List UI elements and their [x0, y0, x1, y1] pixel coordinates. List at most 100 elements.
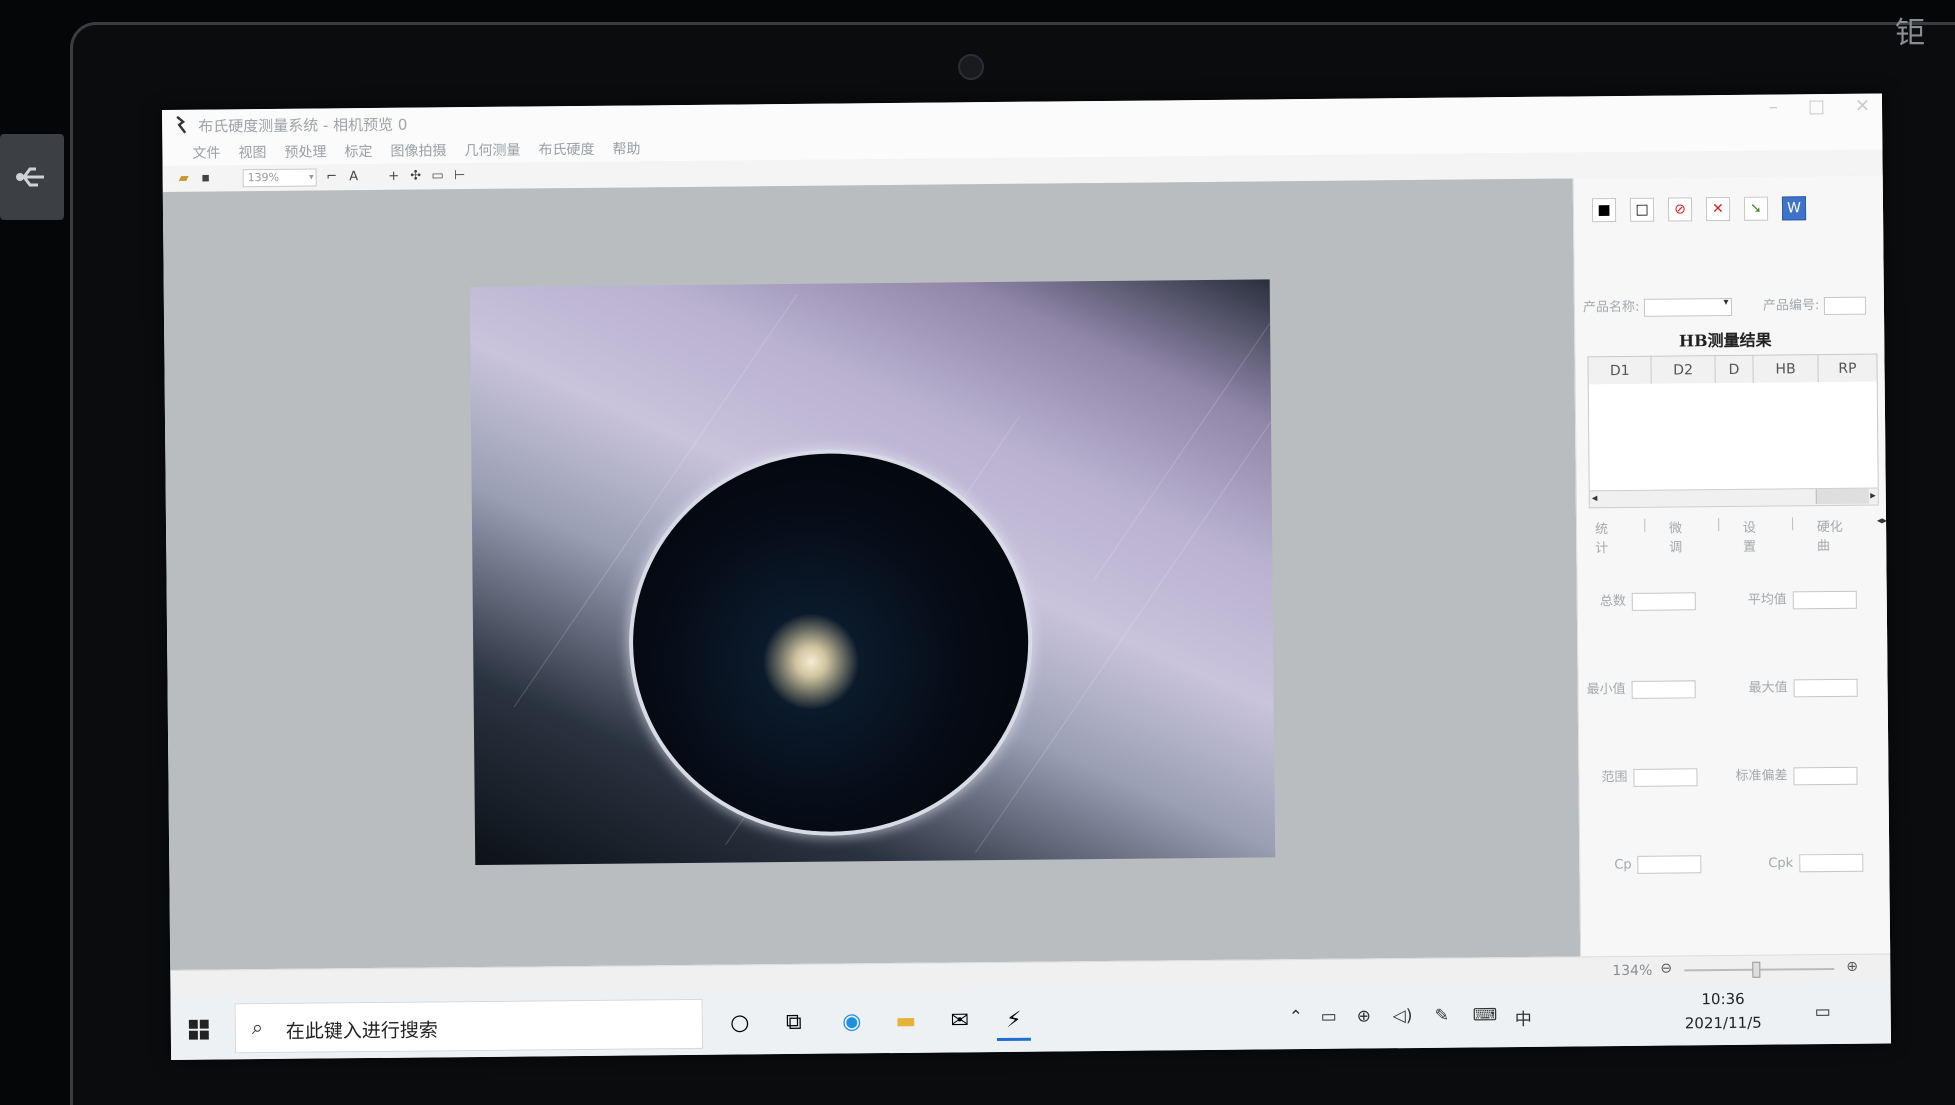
stat-total: 总数 — [1599, 589, 1696, 611]
scroll-right-icon[interactable]: ▸ — [1870, 489, 1876, 502]
camera-icon[interactable]: ■ — [1591, 198, 1617, 223]
stat-min: 最小值 — [1587, 677, 1696, 699]
tab-hardening-curve[interactable]: 硬化曲 — [1817, 516, 1856, 554]
clock-time: 10:36 — [1701, 989, 1745, 1009]
stat-field — [1637, 855, 1702, 874]
taskbar-search[interactable]: ⌕ 在此键入进行搜索 — [234, 998, 704, 1054]
product-no-row: 产品编号: — [1763, 294, 1866, 315]
minimize-icon[interactable]: – — [1769, 96, 1778, 117]
stat-label: 标准偏差 — [1735, 768, 1788, 784]
camera-lens — [958, 54, 984, 80]
screen: 布氏硬度测量系统 - 相机预览 0 – □ ✕ 文件 视图 预处理 标定 图像拍… — [162, 93, 1892, 1060]
tab-finetune[interactable]: 微调 — [1669, 517, 1695, 555]
window-title: 布氏硬度测量系统 - 相机预览 0 — [198, 115, 408, 136]
close-icon[interactable]: ✕ — [1855, 96, 1870, 117]
maximize-icon[interactable]: □ — [1808, 96, 1825, 117]
stat-field — [1631, 591, 1696, 611]
stat-label: 平均值 — [1747, 592, 1787, 608]
measurement-panel: ■ □ ⊘ ✕ ➘ W 产品名称: ▾ 产品编号: HB测量结果 D1 D2 D… — [1572, 175, 1892, 957]
zoom-slider-thumb[interactable] — [1752, 961, 1761, 978]
zoom-combo-value: 139% — [247, 170, 280, 185]
network-icon[interactable]: ⊕ — [1357, 1006, 1371, 1026]
menu-file[interactable]: 文件 — [192, 142, 220, 162]
stat-label: 最小值 — [1586, 681, 1626, 698]
fit-icon[interactable]: ▭ — [431, 168, 445, 183]
clock-date: 2021/11/5 — [1684, 1013, 1762, 1033]
circle-measure-icon[interactable]: ⊘ — [1667, 197, 1693, 222]
chevron-up-icon[interactable]: ⌃ — [1289, 1007, 1303, 1027]
product-no-field[interactable] — [1823, 296, 1866, 315]
mail-icon[interactable]: ✉ — [943, 1004, 977, 1038]
stat-label: 总数 — [1599, 593, 1626, 610]
tab-scroll-arrows[interactable]: ◂▸ — [1877, 515, 1887, 553]
indentation-pit — [631, 451, 1030, 834]
chevron-down-icon: ▾ — [309, 172, 314, 183]
stat-field — [1792, 590, 1857, 609]
stat-average: 平均值 — [1748, 588, 1857, 610]
image-workarea[interactable] — [162, 178, 1581, 970]
tab-settings[interactable]: 设置 — [1743, 517, 1769, 555]
zoom-percent: 134% — [1612, 962, 1653, 980]
rectangle-icon[interactable]: □ — [1629, 197, 1655, 222]
column-header[interactable]: D — [1714, 355, 1754, 385]
delete-icon[interactable]: ✕ — [1705, 196, 1731, 222]
watermark: 钜 — [1895, 16, 1943, 51]
scroll-left-icon[interactable]: ◂ — [1592, 491, 1598, 504]
task-view-icon[interactable]: ⧉ — [777, 1006, 811, 1040]
stat-cp: Cp — [1614, 855, 1702, 874]
windows-start-icon[interactable] — [188, 1019, 209, 1040]
scroll-thumb[interactable] — [1815, 488, 1869, 505]
brinell-app-icon[interactable]: ⚡ — [996, 1003, 1031, 1042]
menu-capture[interactable]: 图像拍摄 — [390, 140, 446, 161]
stat-label: Cpk — [1768, 855, 1794, 872]
horizontal-scrollbar[interactable]: ◂ ▸ — [1588, 487, 1879, 509]
menu-preprocess[interactable]: 预处理 — [284, 141, 326, 161]
menu-geometry[interactable]: 几何测量 — [464, 140, 520, 161]
menu-brinell[interactable]: 布氏硬度 — [538, 139, 594, 160]
column-header[interactable]: RP — [1817, 354, 1878, 384]
open-folder-icon[interactable]: ▰ — [177, 171, 191, 186]
menu-view[interactable]: 视图 — [238, 142, 266, 162]
cortana-icon[interactable]: ○ — [723, 1006, 757, 1040]
menu-calibrate[interactable]: 标定 — [344, 141, 372, 161]
search-placeholder: 在此键入进行搜索 — [285, 1019, 438, 1043]
move-icon[interactable]: ✣ — [409, 169, 423, 184]
stat-field — [1799, 853, 1864, 873]
stat-max: 最大值 — [1749, 676, 1858, 698]
zoom-in-icon[interactable]: ⊕ — [1846, 959, 1858, 975]
stat-cpk: Cpk — [1768, 853, 1864, 873]
product-no-label: 产品编号: — [1762, 298, 1820, 314]
edge-icon[interactable]: ◉ — [835, 1005, 869, 1039]
results-title: HB测量结果 — [1678, 330, 1772, 351]
ime-indicator[interactable]: 中 — [1515, 1005, 1532, 1030]
product-name-row: 产品名称: ▾ — [1583, 295, 1732, 317]
product-name-label: 产品名称: — [1582, 299, 1640, 316]
crosshair-icon[interactable]: + — [387, 169, 401, 184]
menu-help[interactable]: 帮助 — [612, 138, 640, 158]
battery-icon[interactable]: ▭ — [1321, 1007, 1337, 1027]
stat-label: 范围 — [1601, 769, 1628, 786]
app-icon — [176, 115, 187, 134]
export-icon[interactable]: ➘ — [1743, 196, 1769, 221]
line-tool-icon[interactable]: ⌐ — [325, 169, 339, 184]
column-header[interactable]: D2 — [1651, 355, 1715, 386]
zoom-combo[interactable]: 139% ▾ — [242, 168, 317, 188]
stat-field — [1633, 767, 1698, 787]
keyboard-icon[interactable]: ⌨ — [1473, 1005, 1498, 1025]
product-name-select[interactable]: ▾ — [1643, 296, 1732, 317]
zoom-out-icon[interactable]: ⊖ — [1660, 961, 1672, 977]
word-report-icon[interactable]: W — [1781, 196, 1807, 221]
save-icon[interactable]: ▪ — [199, 171, 213, 186]
stat-range: 范围 — [1601, 765, 1698, 787]
notification-icon[interactable]: ▭ — [1815, 1002, 1831, 1022]
volume-icon[interactable]: ◁) — [1393, 1006, 1413, 1026]
column-header[interactable]: D1 — [1587, 356, 1652, 386]
column-header[interactable]: HB — [1753, 354, 1819, 385]
tab-statistics[interactable]: 统计 — [1595, 518, 1621, 556]
pen-icon[interactable]: ✎ — [1435, 1006, 1449, 1026]
clock[interactable]: 10:36 2021/11/5 — [1684, 987, 1762, 1036]
measure-icon[interactable]: ⊢ — [453, 168, 467, 183]
file-explorer-icon[interactable]: ▬ — [889, 1005, 923, 1039]
text-tool-button[interactable]: A — [347, 169, 361, 184]
stat-field — [1631, 679, 1696, 699]
